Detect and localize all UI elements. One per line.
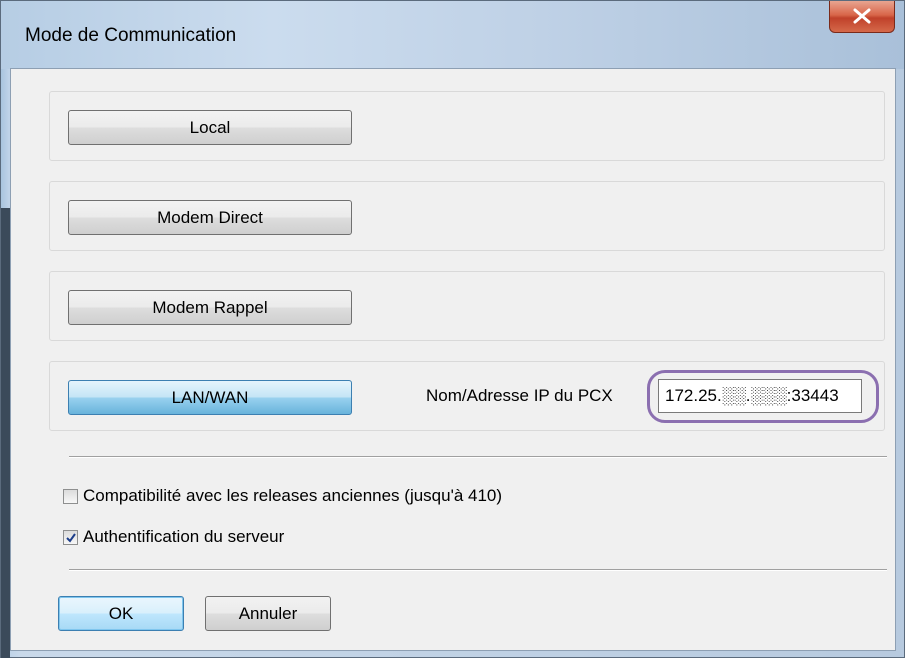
close-icon (853, 8, 871, 24)
dialog-client-area: Local Modem Direct Modem Rappel LAN/WAN … (10, 68, 896, 651)
separator-bottom (69, 569, 887, 571)
auth-checkbox[interactable] (63, 529, 78, 545)
close-button[interactable] (829, 1, 895, 33)
local-button[interactable]: Local (68, 110, 352, 145)
background-edge (1, 208, 10, 658)
window-title: Mode de Communication (25, 25, 237, 46)
ip-address-input[interactable]: 172.25.░░.░░░:33443 (658, 379, 862, 413)
modem-direct-button[interactable]: Modem Direct (68, 200, 352, 235)
auth-option[interactable]: Authentification du serveur (63, 526, 284, 548)
checkmark-icon (66, 532, 76, 543)
group-modem-rappel: Modem Rappel (49, 271, 885, 341)
group-modem-direct: Modem Direct (49, 181, 885, 251)
cancel-button[interactable]: Annuler (205, 596, 331, 631)
compat-option[interactable]: Compatibilité avec les releases ancienne… (63, 485, 502, 507)
dialog-window: Mode de Communication Local Modem Direct… (0, 0, 905, 658)
title-bar[interactable]: Mode de Communication (1, 1, 904, 69)
separator-top (69, 456, 887, 458)
compat-label: Compatibilité avec les releases ancienne… (83, 486, 503, 505)
compat-checkbox[interactable] (63, 488, 78, 504)
group-lan-wan: LAN/WAN Nom/Adresse IP du PCX 172.25.░░.… (49, 361, 885, 431)
ip-address-label: Nom/Adresse IP du PCX (426, 386, 613, 405)
lan-wan-button[interactable]: LAN/WAN (68, 380, 352, 415)
group-local: Local (49, 91, 885, 161)
modem-rappel-button[interactable]: Modem Rappel (68, 290, 352, 325)
ok-button[interactable]: OK (58, 596, 184, 631)
auth-label: Authentification du serveur (83, 527, 285, 546)
